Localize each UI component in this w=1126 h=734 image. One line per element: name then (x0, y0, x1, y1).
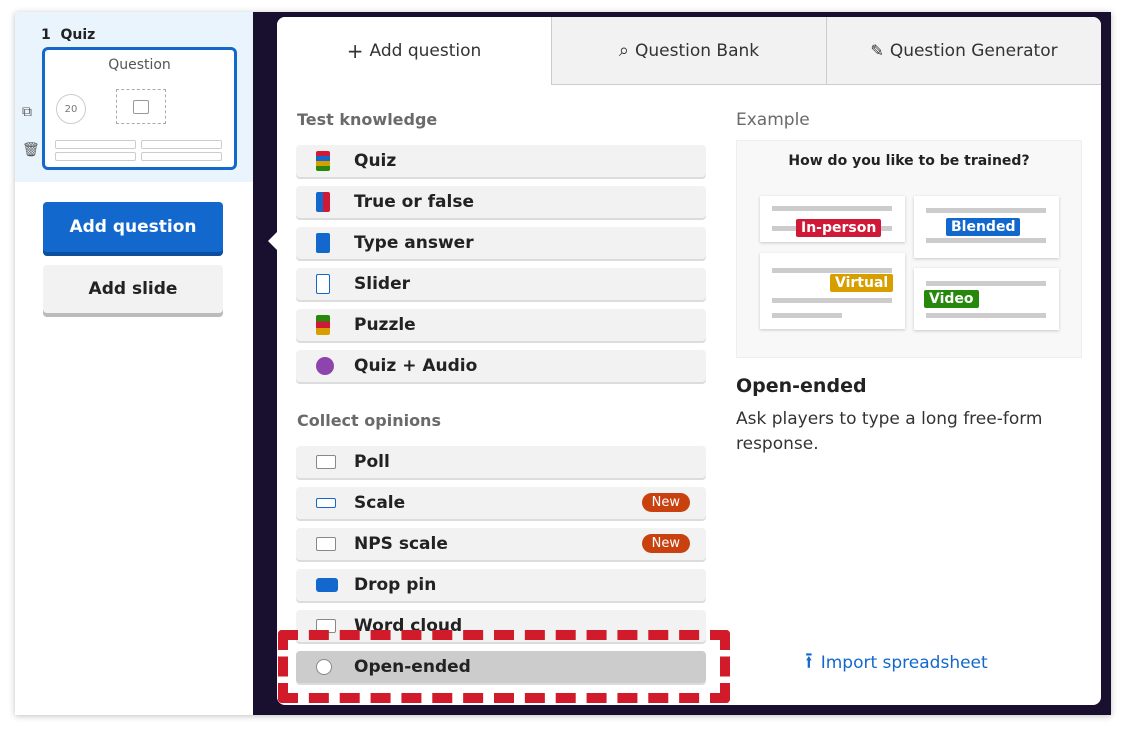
example-tag: Virtual (830, 274, 894, 292)
slider-icon (316, 274, 330, 294)
example-card: Virtual (760, 253, 905, 329)
question-type-label: Poll (354, 452, 390, 472)
question-type-quiz-audio[interactable]: Quiz + Audio (296, 350, 706, 382)
magic-wand-icon: ✎ (870, 41, 884, 60)
question-type-type-answer[interactable]: Type answer (296, 227, 706, 259)
duplicate-icon[interactable]: ⧉ (22, 104, 32, 120)
trash-icon[interactable]: 🗑 (22, 142, 40, 158)
quiz-icon (316, 151, 330, 171)
question-type-label: NPS scale (354, 534, 448, 554)
import-spreadsheet-link[interactable]: ⭱ Import spreadsheet (805, 644, 988, 682)
puzzle-icon (316, 315, 330, 335)
image-placeholder-icon (116, 89, 166, 124)
thumb-answer (141, 152, 222, 161)
question-type-scale[interactable]: Scale New (296, 487, 706, 519)
tab-label: Question Generator (889, 40, 1058, 61)
thumb-answer (55, 140, 136, 149)
question-type-quiz[interactable]: Quiz (296, 145, 706, 177)
tab-add-question[interactable]: + Add question (277, 17, 551, 85)
question-type-description: Ask players to type a long free-form res… (736, 409, 1043, 454)
slide-number: 1 (41, 27, 51, 43)
slide-thumbnail[interactable]: Question 20 (42, 47, 237, 170)
slide-label: 1 Quiz (41, 27, 95, 43)
new-badge: New (641, 493, 690, 512)
example-card: Video (914, 268, 1059, 330)
question-type-title: Open-ended (736, 375, 867, 397)
add-question-button[interactable]: Add question (43, 202, 223, 252)
tab-question-generator[interactable]: ✎ Question Generator (826, 17, 1101, 85)
question-type-slider[interactable]: Slider (296, 268, 706, 300)
example-card: Blended (914, 196, 1059, 258)
section-collect-opinions: Collect opinions (297, 411, 441, 430)
scale-icon (316, 498, 336, 508)
example-tag: In-person (796, 219, 882, 237)
import-label: Import spreadsheet (820, 653, 988, 673)
poll-icon (316, 455, 336, 469)
true-false-icon (316, 192, 330, 212)
example-tag: Video (924, 290, 979, 308)
question-type-label: Slider (354, 274, 410, 294)
add-slide-button[interactable]: Add slide (43, 265, 223, 313)
question-type-label: Quiz (354, 151, 397, 171)
add-question-panel: + Add question ⌕ Question Bank ✎ Questio… (277, 17, 1101, 705)
app-frame: 1 Quiz ⧉ 🗑 Question 20 Add question Add … (15, 12, 1111, 715)
thumb-answer (55, 152, 136, 161)
panel-tabs: + Add question ⌕ Question Bank ✎ Questio… (277, 17, 1101, 85)
type-answer-icon (316, 233, 330, 253)
search-icon: ⌕ (618, 40, 629, 61)
example-card: In-person (760, 196, 905, 242)
drop-pin-icon (316, 578, 338, 592)
question-type-puzzle[interactable]: Puzzle (296, 309, 706, 341)
example-title: Example (736, 110, 810, 130)
question-type-drop-pin[interactable]: Drop pin (296, 569, 706, 601)
question-type-label: Drop pin (354, 575, 437, 595)
question-type-true-false[interactable]: True or false (296, 186, 706, 218)
section-test-knowledge: Test knowledge (297, 110, 438, 129)
example-preview: How do you like to be trained? In-person… (736, 140, 1082, 358)
question-type-label: Quiz + Audio (354, 356, 478, 376)
tab-label: Question Bank (634, 40, 760, 61)
nps-scale-icon (316, 537, 336, 551)
thumb-title: Question (108, 57, 171, 73)
highlight-box (278, 630, 730, 703)
slide-type: Quiz (60, 27, 96, 43)
question-type-label: Puzzle (354, 315, 416, 335)
question-type-label: Scale (354, 493, 406, 513)
tab-label: Add question (369, 41, 482, 61)
quiz-audio-icon (316, 357, 334, 375)
upload-icon: ⭱ (805, 649, 813, 674)
sidebar: 1 Quiz ⧉ 🗑 Question 20 Add question Add … (15, 12, 253, 715)
thumb-timer: 20 (56, 94, 86, 124)
example-question: How do you like to be trained? (788, 153, 1030, 169)
tab-question-bank[interactable]: ⌕ Question Bank (551, 17, 826, 85)
question-type-nps-scale[interactable]: NPS scale New (296, 528, 706, 560)
example-tag: Blended (946, 218, 1021, 236)
plus-icon: + (346, 39, 364, 63)
question-type-poll[interactable]: Poll (296, 446, 706, 478)
new-badge: New (641, 534, 690, 553)
thumb-answer (141, 140, 222, 149)
slide-list: 1 Quiz ⧉ 🗑 Question 20 (15, 12, 253, 182)
question-type-label: True or false (354, 192, 474, 212)
question-type-label: Type answer (354, 233, 474, 253)
